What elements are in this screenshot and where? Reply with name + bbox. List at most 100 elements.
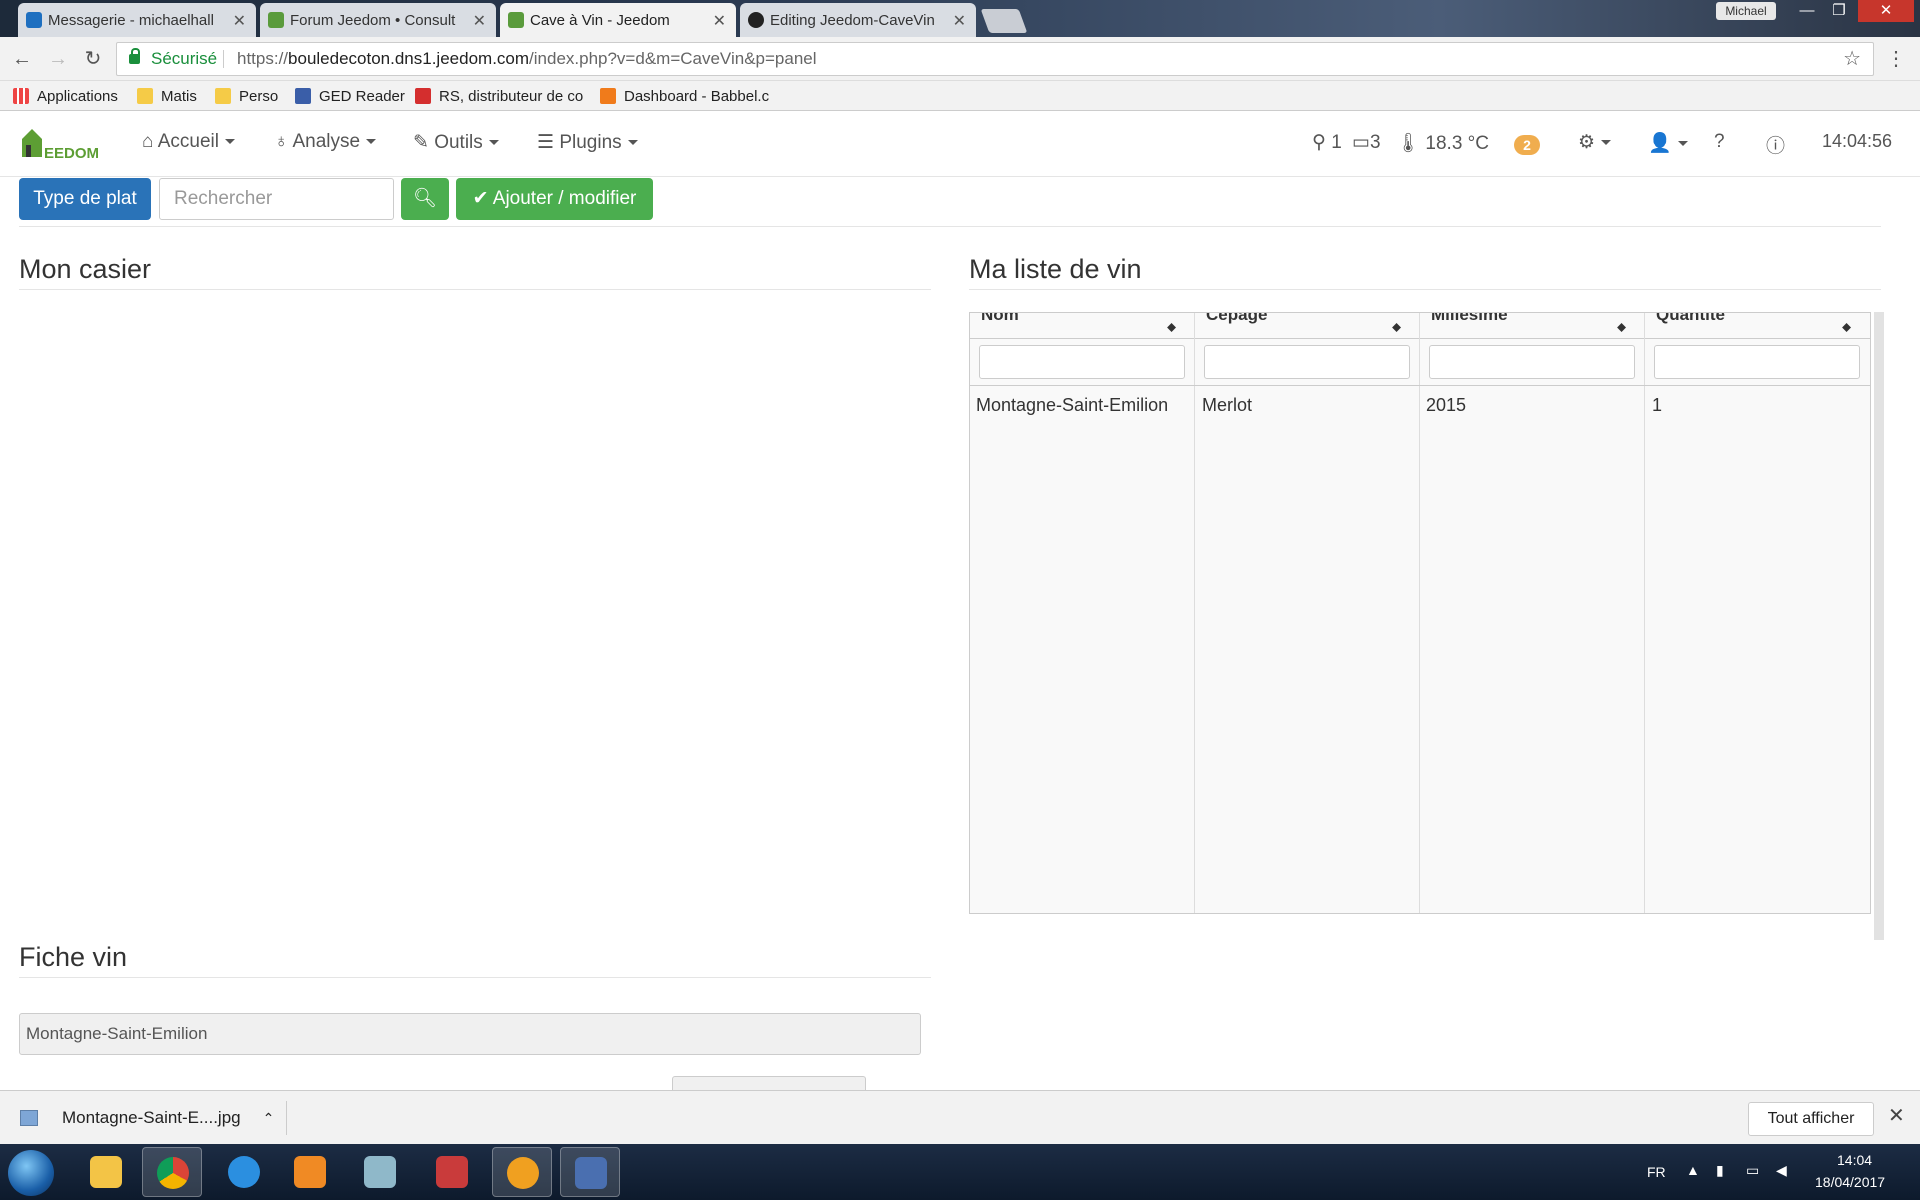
forward-icon[interactable]: → — [45, 46, 71, 72]
sort-icon[interactable]: ⬥ — [1842, 319, 1851, 335]
svg-text:EEDOM: EEDOM — [44, 145, 99, 162]
close-icon[interactable]: ✕ — [953, 11, 966, 31]
tab-messagerie[interactable]: Messagerie - michaelhall ✕ — [18, 3, 256, 37]
taskbar-snipping[interactable] — [560, 1147, 620, 1197]
profile-chip[interactable]: Michael — [1716, 2, 1776, 20]
start-button[interactable] — [8, 1150, 54, 1196]
close-icon[interactable]: ✕ — [233, 11, 246, 31]
network-icon[interactable]: ▭ — [1746, 1162, 1759, 1179]
car-icon — [436, 1156, 468, 1188]
back-icon[interactable]: ← — [9, 46, 35, 72]
close-icon[interactable]: ✕ — [713, 11, 726, 31]
help-icon[interactable]: ? — [1714, 131, 1725, 153]
outlook-icon — [26, 12, 42, 28]
close-icon[interactable]: ✕ — [1888, 1103, 1905, 1128]
bookmark-applications[interactable]: Applications — [13, 85, 123, 107]
column-header-quantite[interactable]: Quantite — [1656, 313, 1725, 325]
window-close-icon[interactable]: ✕ — [1858, 0, 1914, 22]
message-badge[interactable]: 2 — [1514, 135, 1540, 155]
tab-forum[interactable]: Forum Jeedom • Consult ✕ — [260, 3, 496, 37]
menu-icon[interactable]: ⋮ — [1886, 46, 1906, 71]
snipping-tool-icon — [575, 1157, 607, 1189]
download-item[interactable]: Montagne-Saint-E....jpg ⌃ — [20, 1103, 274, 1133]
table-cell[interactable]: Merlot — [1202, 395, 1252, 416]
address-bar[interactable]: Sécurisé https://bouledecoton.dns1.jeedo… — [116, 42, 1874, 76]
user-menu[interactable]: 👤 — [1648, 131, 1688, 155]
taskbar-chrome[interactable] — [142, 1147, 202, 1197]
taskbar-sync-app[interactable] — [492, 1147, 552, 1197]
liste-title: Ma liste de vin — [969, 254, 1142, 284]
maximize-icon[interactable]: ❐ — [1822, 0, 1856, 22]
info-icon[interactable]: ⓘ — [1766, 131, 1785, 158]
bookmark-ged-reader[interactable]: GED Reader — [295, 85, 405, 107]
scrollbar[interactable] — [1874, 312, 1884, 940]
filter-cepage-input[interactable] — [1204, 345, 1410, 379]
table-cell[interactable]: 2015 — [1426, 395, 1466, 416]
browser-toolbar: ← → ↻ Sécurisé https://bouledecoton.dns1… — [0, 37, 1920, 81]
column-header-nom[interactable]: Nom — [981, 313, 1019, 325]
folder-icon — [137, 88, 153, 104]
jeedom-icon — [508, 12, 524, 28]
door-status: ▭3 — [1352, 132, 1381, 153]
filter-millesime-input[interactable] — [1429, 345, 1635, 379]
sort-icon[interactable]: ⬥ — [1617, 319, 1626, 335]
bookmark-star-icon[interactable]: ☆ — [1843, 43, 1861, 75]
motion-status: ⚲ 1 — [1312, 132, 1342, 153]
filter-nom-input[interactable] — [979, 345, 1185, 379]
jeedom-icon — [268, 12, 284, 28]
divider — [19, 226, 1881, 227]
app-icon — [364, 1156, 396, 1188]
menu-accueil[interactable]: ⌂ Accueil — [142, 131, 235, 153]
check-circle-icon: ✔ — [472, 188, 489, 209]
taskbar-car-app[interactable] — [422, 1147, 482, 1197]
menu-outils[interactable]: ✎ Outils — [413, 131, 499, 154]
bookmark-matis[interactable]: Matis — [137, 85, 207, 107]
jeedom-navbar: EEDOM ⌂ Accueil ♁ Analyse ✎ Outils ☰ Plu… — [0, 111, 1920, 177]
taskbar-ie[interactable] — [214, 1147, 274, 1197]
reload-icon[interactable]: ↻ — [80, 46, 106, 72]
column-header-cepage[interactable]: Cepage — [1206, 313, 1267, 325]
close-icon[interactable]: ✕ — [473, 11, 486, 31]
wrench-icon: ✎ — [413, 132, 429, 153]
minimize-icon[interactable]: — — [1790, 0, 1824, 22]
table-cell[interactable]: 1 — [1652, 395, 1662, 416]
taskbar-media[interactable] — [280, 1147, 340, 1197]
jeedom-logo[interactable]: EEDOM — [18, 125, 106, 165]
add-modify-button[interactable]: ✔ Ajouter / modifier — [456, 178, 653, 220]
taskbar-date[interactable]: 18/04/2017 — [1815, 1174, 1885, 1190]
taskbar-time[interactable]: 14:04 — [1837, 1152, 1872, 1168]
language-indicator[interactable]: FR — [1647, 1164, 1666, 1180]
list-icon: ☰ — [537, 132, 555, 153]
type-de-plat-button[interactable]: Type de plat — [19, 178, 151, 220]
bookmark-babbel[interactable]: Dashboard - Babbel.c — [600, 85, 772, 107]
show-all-button[interactable]: Tout afficher — [1748, 1102, 1874, 1136]
taskbar-app[interactable] — [350, 1147, 410, 1197]
bookmark-perso[interactable]: Perso — [215, 85, 285, 107]
cogs-icon: ⚙ — [1578, 132, 1596, 153]
column-divider — [1644, 313, 1645, 913]
tab-editing[interactable]: Editing Jeedom-CaveVin ✕ — [740, 3, 976, 37]
column-header-millesime[interactable]: Millesime — [1431, 313, 1508, 325]
bookmark-rs[interactable]: RS, distributeur de co — [415, 85, 585, 107]
table-cell[interactable]: Montagne-Saint-Emilion — [976, 395, 1168, 416]
sort-icon[interactable]: ⬥ — [1392, 319, 1401, 335]
menu-analyse[interactable]: ♁ Analyse — [274, 131, 377, 153]
tab-cave-a-vin[interactable]: Cave à Vin - Jeedom ✕ — [500, 3, 736, 37]
sort-icon[interactable]: ⬥ — [1167, 319, 1176, 335]
search-icon: 🔍︎ — [412, 188, 438, 209]
chevron-up-icon[interactable]: ⌃ — [263, 1110, 275, 1127]
new-tab-button[interactable] — [980, 9, 1028, 33]
settings-menu[interactable]: ⚙ — [1578, 131, 1612, 154]
search-button[interactable]: 🔍︎ — [401, 178, 449, 220]
internet-explorer-icon — [228, 1156, 260, 1188]
volume-icon[interactable]: ◀ — [1776, 1162, 1787, 1179]
wine-name-field[interactable]: Montagne-Saint-Emilion — [19, 1013, 921, 1055]
filter-quantite-input[interactable] — [1654, 345, 1860, 379]
chrome-icon — [157, 1157, 189, 1189]
search-input[interactable]: Rechercher — [159, 178, 394, 220]
chevron-up-icon[interactable]: ▲ — [1686, 1162, 1700, 1178]
menu-plugins[interactable]: ☰ Plugins — [537, 131, 638, 154]
taskbar-explorer[interactable] — [76, 1147, 136, 1197]
battery-icon[interactable]: ▮ — [1716, 1162, 1724, 1179]
rs-icon — [415, 88, 431, 104]
